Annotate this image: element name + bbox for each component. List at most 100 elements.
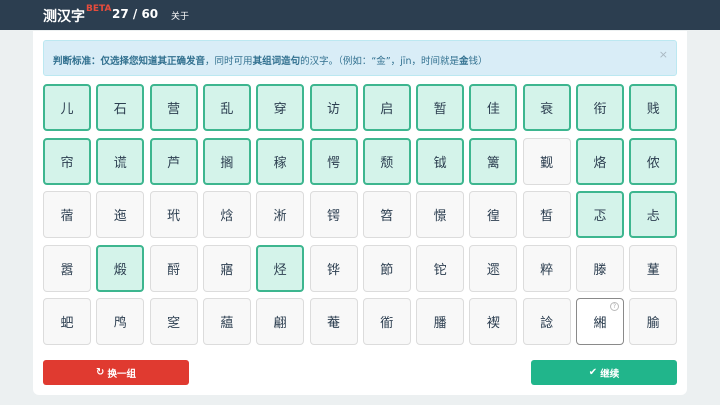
- refresh-button[interactable]: ↻ 换一组: [43, 360, 189, 385]
- char-tile[interactable]: 緗?: [576, 298, 624, 345]
- char-label: 笤: [380, 209, 394, 224]
- char-label: 搁: [220, 155, 234, 171]
- char-tile[interactable]: 搁: [202, 137, 251, 185]
- char-tile[interactable]: 迤: [96, 191, 145, 238]
- char-label: 愕: [326, 155, 340, 171]
- alert-part4: 钱）: [468, 56, 488, 67]
- progress-counter: 27 / 60: [112, 7, 159, 21]
- char-label: 忐: [646, 209, 660, 224]
- char-tile[interactable]: 石: [96, 84, 145, 131]
- char-tile[interactable]: 衜: [362, 298, 411, 345]
- char-tile[interactable]: 窆: [149, 298, 198, 345]
- brand-title[interactable]: 测汉字: [43, 6, 85, 26]
- char-tile[interactable]: 篱: [469, 137, 518, 185]
- char-tile[interactable]: 焓: [202, 191, 251, 238]
- char-tile[interactable]: 穿: [256, 84, 305, 131]
- char-tile[interactable]: 暂: [416, 84, 465, 131]
- char-tile[interactable]: 皙: [522, 191, 571, 238]
- alert-text: 判断标准：仅选择您知道其正确发音，同时可用其组词造句的汉字。（例如：“金”，jī…: [53, 53, 488, 67]
- char-tile[interactable]: 腧: [629, 298, 678, 345]
- char-tile[interactable]: 衔: [576, 84, 624, 131]
- char-tile[interactable]: 侬: [629, 137, 678, 185]
- char-label: 铊: [433, 262, 447, 278]
- char-tile[interactable]: 煅: [96, 244, 145, 292]
- char-tile[interactable]: 衰: [522, 84, 571, 131]
- char-tile[interactable]: 鸤: [96, 298, 145, 345]
- char-label: 遝: [486, 262, 500, 278]
- char-tile[interactable]: 铧: [309, 244, 358, 292]
- help-icon[interactable]: ?: [610, 302, 619, 311]
- char-tile[interactable]: 蓳: [629, 244, 678, 292]
- char-tile[interactable]: 佳: [469, 84, 518, 131]
- char-label: 乱: [220, 102, 234, 117]
- char-tile[interactable]: 淅: [256, 191, 305, 238]
- char-tile[interactable]: 滕: [576, 244, 624, 292]
- char-tile[interactable]: 節: [362, 244, 411, 292]
- char-tile[interactable]: 营: [149, 84, 198, 131]
- char-tile[interactable]: 稼: [256, 137, 305, 185]
- continue-button[interactable]: ✔ 继续: [531, 360, 677, 385]
- check-icon: ✔: [588, 367, 598, 378]
- about-link[interactable]: 关于: [171, 9, 189, 22]
- alert-part1: 仅选择您知道其: [100, 56, 168, 67]
- char-tile[interactable]: 锷: [309, 191, 358, 238]
- close-icon[interactable]: ×: [659, 48, 668, 61]
- char-tile[interactable]: 儿: [43, 84, 91, 131]
- char-tile[interactable]: 觐: [522, 137, 571, 185]
- char-tile[interactable]: 遝: [469, 244, 518, 292]
- char-tile[interactable]: 烃: [256, 244, 305, 292]
- refresh-label: 换一组: [107, 368, 136, 380]
- char-tile[interactable]: 菴: [309, 298, 358, 345]
- char-tile[interactable]: 藴: [202, 298, 251, 345]
- char-label: 蓳: [646, 262, 660, 278]
- char-tile[interactable]: 諗: [522, 298, 571, 345]
- char-tile[interactable]: 忐: [629, 191, 678, 238]
- char-tile[interactable]: 蚆: [43, 298, 91, 345]
- char-tile[interactable]: 乱: [202, 84, 251, 131]
- char-tile[interactable]: 启: [362, 84, 411, 131]
- char-label: 访: [326, 102, 340, 117]
- char-tile[interactable]: 蓿: [43, 191, 91, 238]
- char-tile[interactable]: 忑: [576, 191, 624, 238]
- char-tile[interactable]: 憬: [416, 191, 465, 238]
- char-tile[interactable]: 笤: [362, 191, 411, 238]
- char-tile[interactable]: 芦: [149, 137, 198, 185]
- char-label: 衜: [380, 316, 394, 331]
- char-tile[interactable]: 酹: [149, 244, 198, 292]
- char-label: 褉: [486, 316, 500, 331]
- char-row: 蚆 鸤 窆 藴 翩 菴 衜 膰 褉 諗 緗? 腧: [43, 298, 678, 345]
- char-tile[interactable]: 粹: [522, 244, 571, 292]
- char-tile[interactable]: 钺: [416, 137, 465, 185]
- char-tile[interactable]: 寤: [202, 244, 251, 292]
- char-label: 觐: [540, 155, 554, 171]
- char-tile[interactable]: 访: [309, 84, 358, 131]
- char-tile[interactable]: 颓: [362, 137, 411, 185]
- char-tile[interactable]: 嚣: [43, 244, 91, 292]
- char-tile[interactable]: 帘: [43, 137, 91, 185]
- char-label: 忑: [593, 209, 607, 224]
- char-tile[interactable]: 玳: [149, 191, 198, 238]
- char-tile[interactable]: 烙: [576, 137, 624, 185]
- char-tile[interactable]: 铊: [416, 244, 465, 292]
- char-label: 窆: [167, 316, 181, 331]
- char-tile[interactable]: 褉: [469, 298, 518, 345]
- char-tile[interactable]: 谎: [96, 137, 145, 185]
- char-label: 緗: [593, 316, 607, 331]
- char-label: 贱: [646, 102, 660, 117]
- char-label: 粹: [540, 262, 554, 278]
- refresh-icon: ↻: [96, 367, 105, 378]
- char-label: 腧: [646, 316, 660, 331]
- char-tile[interactable]: 徨: [469, 191, 518, 238]
- char-label: 徨: [486, 209, 500, 224]
- char-tile[interactable]: 贱: [629, 84, 678, 131]
- char-tile[interactable]: 翩: [256, 298, 305, 345]
- char-tile[interactable]: 膰: [416, 298, 465, 345]
- instruction-alert: 判断标准：仅选择您知道其正确发音，同时可用其组词造句的汉字。（例如：“金”，jī…: [43, 40, 677, 76]
- char-label: 玳: [167, 209, 181, 224]
- char-label: 翩: [273, 316, 287, 331]
- char-tile[interactable]: 愕: [309, 137, 358, 185]
- char-label: 菴: [326, 316, 340, 331]
- char-label: 儿: [60, 102, 74, 117]
- char-label: 藴: [220, 316, 234, 331]
- char-label: 颓: [380, 155, 394, 171]
